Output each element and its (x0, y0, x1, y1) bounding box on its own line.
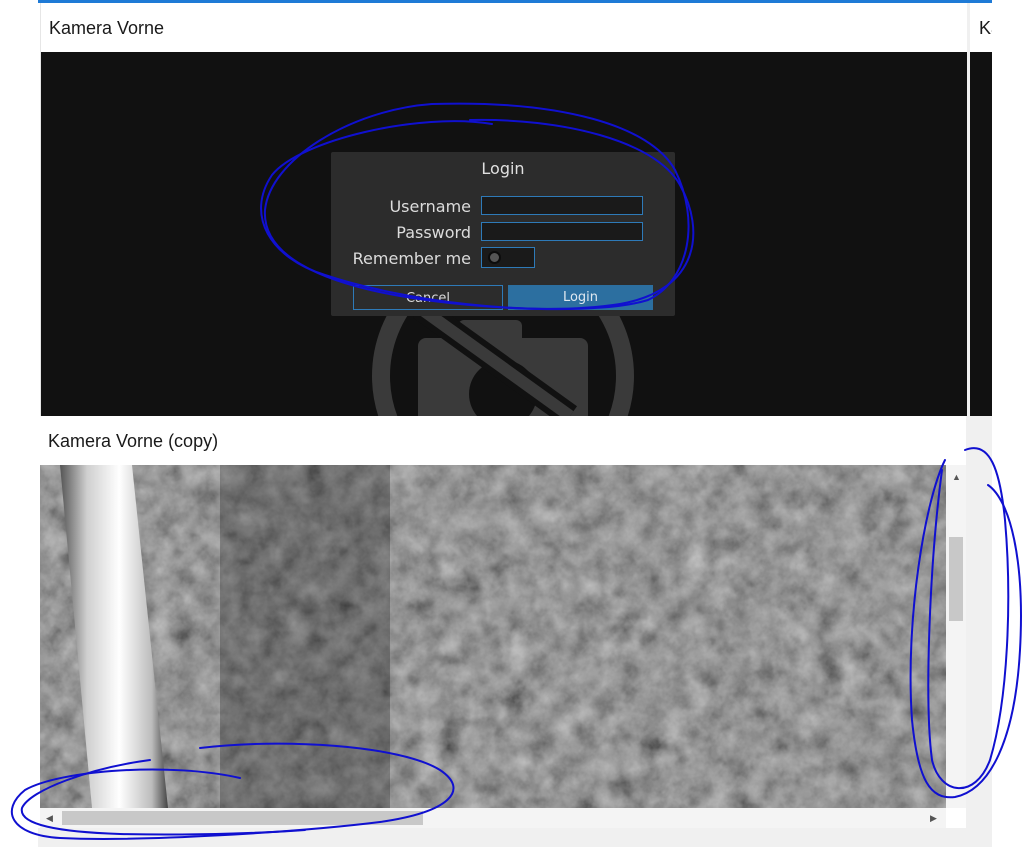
toggle-knob-icon (488, 251, 501, 264)
scroll-right-icon[interactable]: ▶ (930, 813, 937, 823)
scroll-left-icon[interactable]: ◀ (46, 813, 53, 823)
remember-toggle[interactable] (481, 247, 535, 268)
vertical-scroll-thumb[interactable] (949, 537, 963, 621)
horizontal-scrollbar[interactable]: ◀ ▶ (40, 808, 946, 828)
card-title: Kamera Vorne (copy) (48, 431, 219, 451)
camera-feed (40, 465, 946, 808)
password-label: Password (396, 223, 471, 242)
card-title: Kamera Vorne (49, 18, 165, 38)
cancel-button[interactable]: Cancel (353, 285, 503, 310)
camera-card-peek: Kamera Vorne (970, 3, 992, 416)
card-title: Kamera Vorne (979, 18, 992, 38)
vertical-scrollbar[interactable]: ▲ (946, 465, 966, 808)
scroll-up-icon[interactable]: ▲ (952, 472, 961, 482)
remember-label: Remember me (352, 249, 471, 268)
horizontal-scroll-thumb[interactable] (62, 811, 423, 825)
camera-image (40, 465, 946, 808)
login-button[interactable]: Login (508, 285, 653, 310)
dialog-title: Login (481, 159, 525, 178)
page-footer-strip (38, 828, 992, 847)
login-dialog: Login Username Password Remember me Canc… (331, 152, 675, 316)
camera-card: Kamera Vorne (copy) ▲ ◀ ▶ (40, 418, 966, 828)
camera-feed (970, 52, 992, 416)
password-field[interactable] (481, 222, 643, 241)
username-label: Username (389, 197, 471, 216)
username-field[interactable] (481, 196, 643, 215)
